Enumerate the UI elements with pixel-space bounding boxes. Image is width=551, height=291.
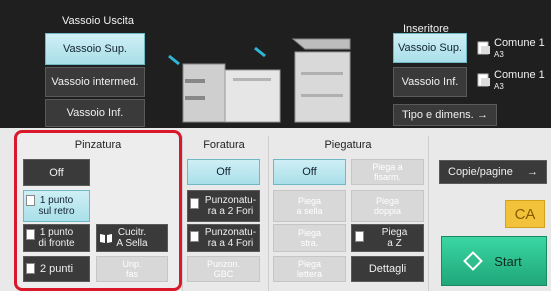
fold-details-button[interactable]: Dettagli — [351, 256, 424, 282]
inserter-lower-button[interactable]: Vassoio Inf. — [393, 67, 467, 97]
stapling-title: Pinzatura — [74, 139, 122, 151]
fold-tri-line1: Piega — [297, 228, 322, 238]
output-tray-middle-button[interactable]: Vassoio intermed. — [45, 67, 145, 97]
paper-icon — [475, 72, 493, 88]
fold-accordion-disabled-button: Piega a fisarm. — [351, 159, 424, 185]
fold-saddle-disabled-button: Piega a sella — [273, 190, 346, 222]
fold-double-disabled-button: Piega doppia — [351, 190, 424, 222]
start-diamond-icon — [463, 251, 484, 271]
staple-corner-icon — [26, 195, 35, 206]
punch-icon — [190, 231, 199, 242]
punch-icon — [190, 198, 199, 209]
saddle-stitch-line1: Cucitr. — [117, 227, 147, 238]
unpinned-line1: Unp. — [122, 259, 142, 269]
punch-2-line1: Punzonatu- — [204, 195, 257, 206]
inserter-lower-paper: Comune 1 — [494, 69, 545, 81]
output-tray-upper-button[interactable]: Vassoio Sup. — [45, 33, 145, 65]
output-tray-lower-button[interactable]: Vassoio Inf. — [45, 99, 145, 127]
fold-z-line1: Piega — [381, 227, 408, 238]
staple-back-1-line1: 1 punto — [39, 195, 74, 206]
fold-saddle-line1: Piega — [297, 196, 322, 206]
punch-gbc-disabled-button: Punzon. GBC — [187, 256, 260, 282]
fold-tri-disabled-button: Piega stra. — [273, 224, 346, 252]
fold-off-button[interactable]: Off — [273, 159, 346, 185]
fold-z-line2: a Z — [387, 238, 402, 249]
punch-off-button[interactable]: Off — [187, 159, 260, 185]
fold-tri-line2: stra. — [300, 238, 319, 248]
fold-saddle-line2: a sella — [296, 206, 323, 216]
unpinned-line2: fas — [125, 269, 138, 279]
inserter-upper-button[interactable]: Vassoio Sup. — [393, 33, 467, 63]
fold-letter-line1: Piega — [297, 259, 322, 269]
clear-all-button[interactable]: CA — [505, 200, 545, 228]
arrow-right-icon: → — [477, 109, 488, 121]
fold-double-line1: Piega — [375, 196, 400, 206]
staple-two-icon — [26, 263, 35, 274]
inserter-upper-size: A3 — [494, 50, 504, 59]
punch-2-line2: ra a 2 Fori — [207, 206, 254, 217]
staple-off-button[interactable]: Off — [23, 159, 90, 186]
paper-icon — [475, 40, 493, 56]
punch-gbc-line2: GBC — [213, 269, 234, 279]
inserter-lower-size: A3 — [494, 82, 504, 91]
copies-pages-button[interactable]: Copie/pagine → — [439, 160, 547, 184]
fold-accordion-line2: fisarm. — [374, 172, 401, 182]
punch-gbc-line1: Punzon. — [206, 259, 241, 269]
staple-front-1-line1: 1 punto — [39, 227, 74, 238]
unpinned-disabled-button: Unp. fas — [96, 256, 168, 282]
staple-corner-icon — [26, 229, 35, 240]
fold-double-line2: doppia — [373, 206, 402, 216]
copies-pages-label: Copie/pagine — [448, 166, 513, 178]
punch-4-line2: ra a 4 Fori — [207, 238, 254, 249]
fold-accordion-line1: Piega a — [372, 162, 403, 172]
output-tray-title: Vassoio Uscita — [62, 15, 134, 27]
staple-front-1-line2: di fronte — [38, 238, 75, 249]
start-button[interactable]: Start — [441, 236, 547, 286]
z-fold-icon — [355, 231, 364, 242]
fold-title: Piegatura — [324, 139, 372, 151]
type-size-button[interactable]: Tipo e dimens. → — [393, 104, 497, 126]
fold-letter-line2: lettera — [296, 269, 322, 279]
saddle-stitch-line2: A Sella — [116, 238, 148, 249]
type-size-label: Tipo e dimens. — [402, 109, 474, 121]
staple-back-1-line2: sul retro — [38, 206, 75, 217]
punch-title: Foratura — [203, 139, 245, 151]
book-icon — [99, 231, 113, 243]
start-label: Start — [494, 253, 522, 269]
arrow-right-icon: → — [527, 166, 538, 178]
fold-letter-disabled-button: Piega lettera — [273, 256, 346, 282]
finisher-illustration — [155, 34, 360, 127]
inserter-upper-paper: Comune 1 — [494, 37, 545, 49]
punch-4-line1: Punzonatu- — [204, 227, 257, 238]
